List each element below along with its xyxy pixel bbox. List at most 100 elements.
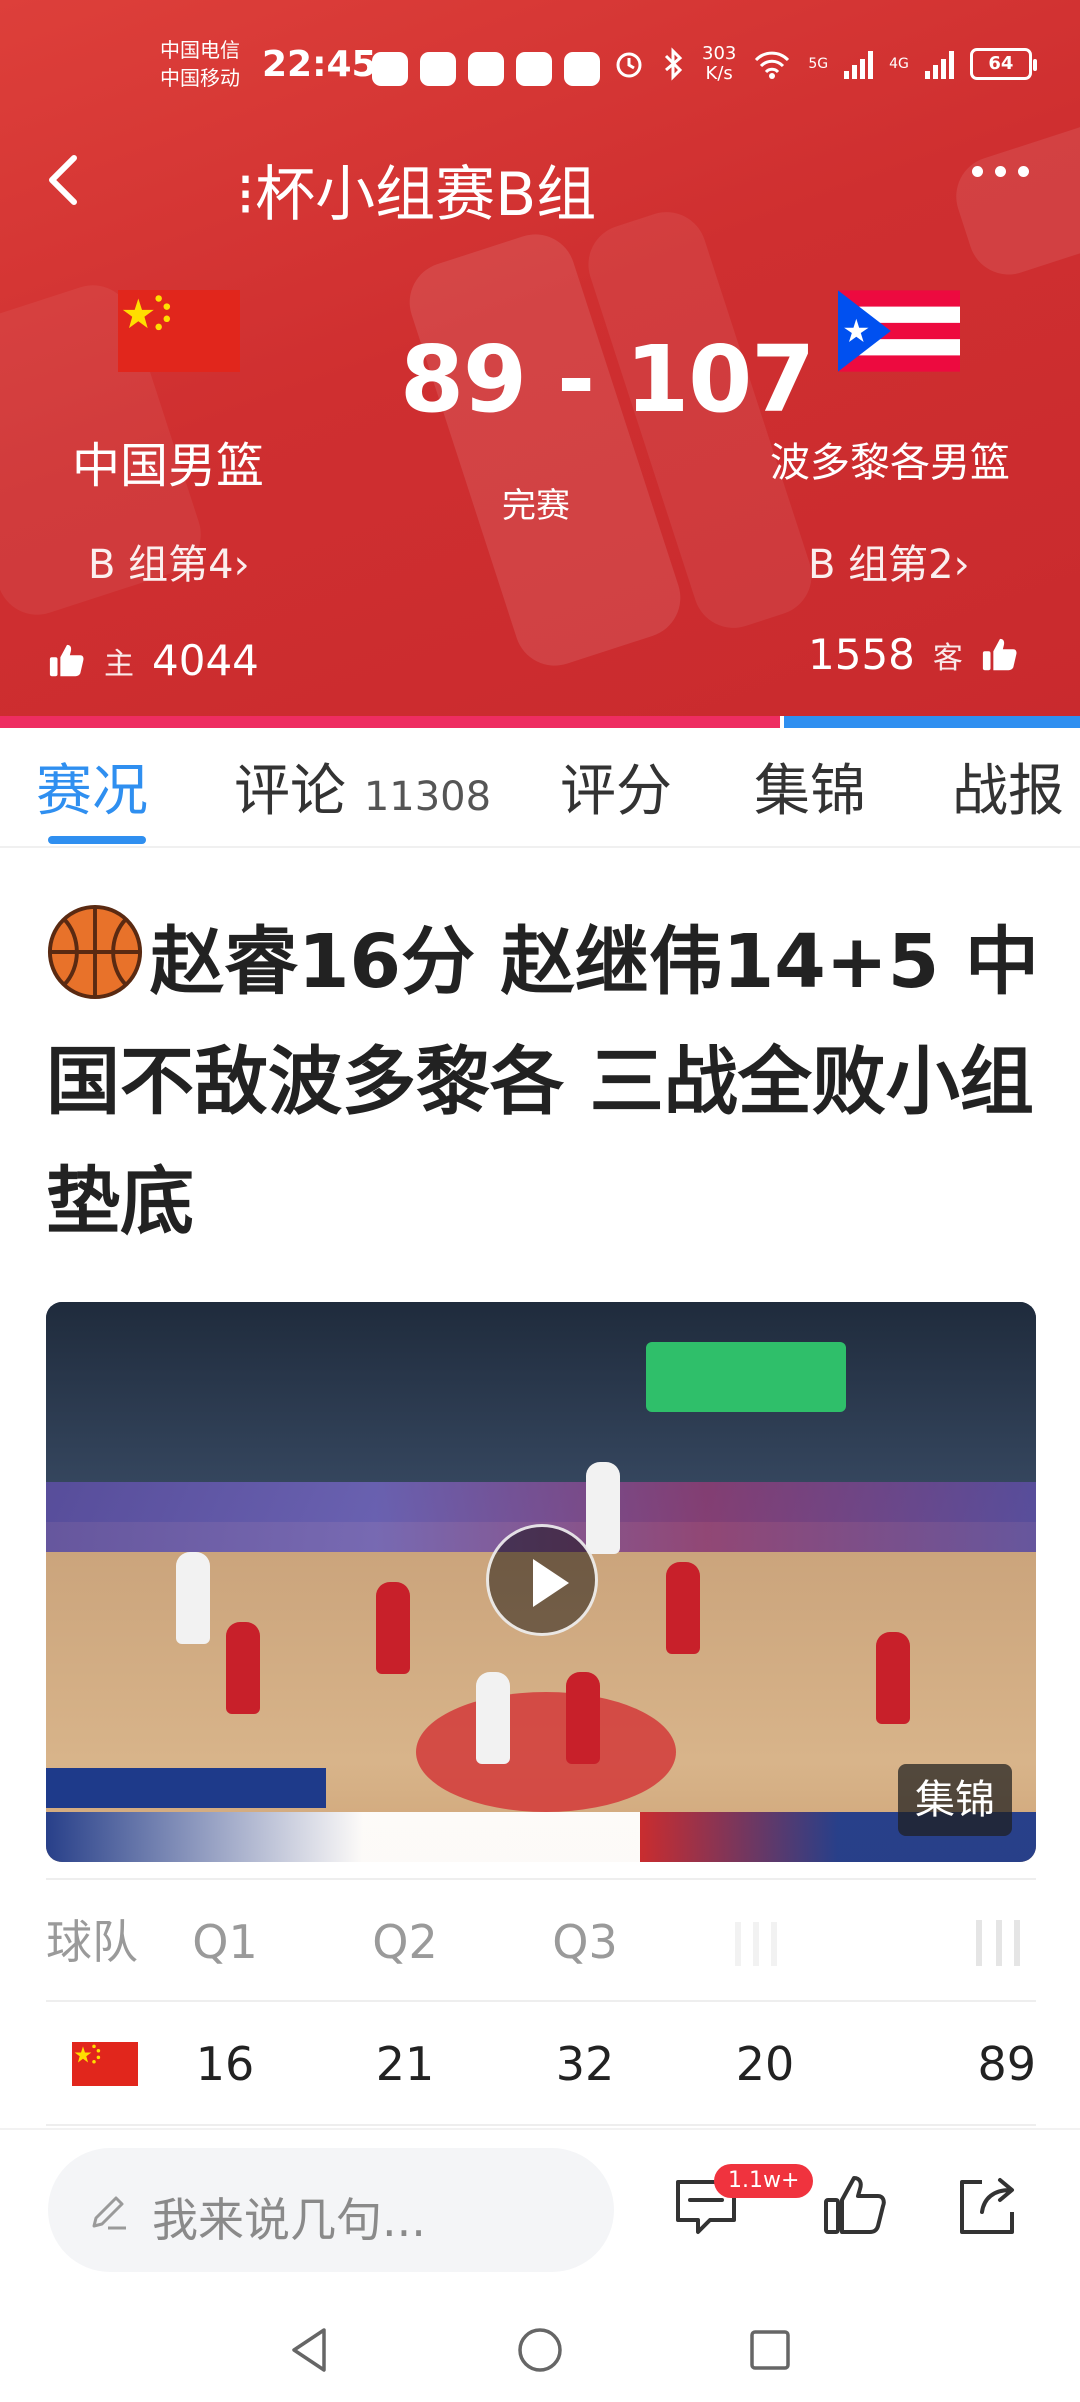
video-player bbox=[376, 1582, 410, 1674]
tab-report[interactable]: 战报 bbox=[952, 746, 1064, 827]
video-player bbox=[176, 1552, 210, 1644]
faded-header-mark bbox=[735, 1922, 777, 1966]
basketball-icon bbox=[47, 904, 143, 1000]
tab-label: 战报 bbox=[952, 759, 1064, 824]
alarm-icon bbox=[616, 52, 642, 78]
cell-q3: 32 bbox=[555, 2037, 615, 2091]
thumb-up-icon bbox=[982, 638, 1017, 670]
system-home-icon[interactable] bbox=[512, 2322, 568, 2378]
video-player bbox=[666, 1562, 700, 1654]
video-player bbox=[586, 1462, 620, 1554]
cloud-app-icon bbox=[468, 52, 504, 86]
carrier-labels: 中国电信 中国移动 bbox=[160, 36, 240, 92]
home-likes-count: 4044 bbox=[152, 636, 259, 685]
system-recents-icon[interactable] bbox=[742, 2322, 798, 2378]
tab-label: 评分 bbox=[560, 759, 672, 824]
wifi-icon bbox=[755, 51, 790, 79]
header-q4-faded bbox=[690, 1880, 840, 2004]
match-status: 完赛 bbox=[502, 486, 570, 526]
puerto-rico-flag-shape bbox=[838, 290, 960, 372]
header-team: 球队 bbox=[46, 1915, 138, 1969]
system-indicators: 303 K/s 5G 4G 64 bbox=[612, 44, 1037, 84]
chevron-left-icon[interactable] bbox=[36, 150, 96, 210]
video-player bbox=[476, 1672, 510, 1764]
away-team-rank[interactable]: B 组第2› bbox=[808, 532, 970, 590]
china-flag-icon[interactable] bbox=[118, 290, 240, 372]
cell-total: 89 bbox=[977, 2037, 1036, 2091]
support-ratio-bar bbox=[0, 716, 1080, 728]
status-bar: 中国电信 中国移动 22:45 303 K/s 5G 4G 64 bbox=[0, 0, 1080, 140]
tab-live[interactable]: 赛况 bbox=[36, 746, 148, 827]
article-headline[interactable]: 赵睿16分 赵继伟14+5 中国不敌波多黎各 三战全败小组垫底 bbox=[46, 902, 1046, 1262]
away-side-label: 客 bbox=[932, 640, 963, 676]
tab-bar: 赛况 评论 11308 评分 集锦 战报 bbox=[0, 728, 1080, 848]
home-team-rank[interactable]: B 组第4› bbox=[88, 532, 250, 590]
tab-ratings[interactable]: 评分 bbox=[560, 746, 672, 827]
net-speed: 303 K/s bbox=[702, 44, 736, 84]
cell-q1: 16 bbox=[195, 2037, 255, 2091]
header-q2: Q2 bbox=[372, 1915, 438, 1969]
highlight-video[interactable]: 集锦 bbox=[46, 1302, 1036, 1862]
match-score: 89 - 107 bbox=[400, 326, 815, 433]
pencil-icon bbox=[92, 2196, 126, 2230]
comment-count: 11308 bbox=[363, 774, 492, 820]
thumb-up-icon bbox=[49, 644, 84, 676]
video-caption-strip bbox=[46, 1768, 326, 1808]
nav-bar: ⁝杯小组赛B组 bbox=[0, 140, 1080, 230]
home-support-bar bbox=[0, 716, 780, 728]
headline-text: 赵睿16分 赵继伟14+5 中国不敌波多黎各 三战全败小组垫底 bbox=[46, 919, 1039, 1245]
home-team-name[interactable]: 中国男篮 bbox=[72, 426, 264, 496]
bluetooth-icon bbox=[664, 47, 683, 81]
china-flag-icon bbox=[72, 2042, 138, 2086]
away-team-name[interactable]: 波多黎各男篮 bbox=[770, 430, 1010, 488]
cell-q4: 20 bbox=[735, 2037, 795, 2091]
puerto-rico-flag-icon[interactable] bbox=[838, 290, 960, 372]
comment-input[interactable]: 我来说几句... bbox=[48, 2148, 614, 2272]
table-row[interactable]: 16 21 32 20 89 bbox=[46, 2002, 1036, 2126]
china-flag-stars bbox=[74, 2044, 101, 2064]
active-tab-indicator bbox=[48, 836, 146, 844]
play-icon[interactable] bbox=[486, 1524, 598, 1636]
net-speed-value: 303 bbox=[702, 43, 737, 64]
video-scorebug bbox=[46, 1812, 1036, 1862]
header-q1: Q1 bbox=[192, 1915, 258, 1969]
away-support[interactable]: 1558 客 bbox=[808, 630, 1019, 679]
header-total-faded bbox=[886, 1880, 1036, 2004]
tab-highlights[interactable]: 集锦 bbox=[754, 746, 866, 827]
home-support[interactable]: 主 4044 bbox=[48, 636, 259, 685]
china-flag-stars bbox=[122, 295, 171, 331]
carrier-1: 中国电信 bbox=[160, 38, 240, 62]
video-player bbox=[226, 1622, 260, 1714]
away-support-bar bbox=[784, 716, 1080, 728]
page-title: ⁝杯小组赛B组 bbox=[236, 160, 597, 230]
tab-comments[interactable]: 评论 11308 bbox=[234, 746, 491, 827]
more-dots-icon[interactable] bbox=[972, 166, 1042, 186]
net-speed-unit: K/s bbox=[705, 63, 733, 84]
away-likes-count: 1558 bbox=[808, 630, 915, 679]
video-arena-screen bbox=[646, 1342, 846, 1412]
quarter-score-table: 球队 Q1 Q2 Q3 16 21 32 20 89 bbox=[46, 1878, 1036, 2126]
bottom-action-bar: 我来说几句... bbox=[0, 2128, 1080, 2400]
comment-count-badge: 1.1w+ bbox=[714, 2164, 814, 2198]
battery-icon: 64 bbox=[969, 48, 1037, 80]
faded-header-mark bbox=[976, 1920, 1020, 1966]
thumb-up-icon[interactable] bbox=[820, 2170, 892, 2242]
bulb-app-icon bbox=[516, 52, 552, 86]
header-q3: Q3 bbox=[552, 1915, 618, 1969]
signal-bars-2-icon bbox=[924, 49, 954, 79]
system-back-icon[interactable] bbox=[282, 2322, 338, 2378]
system-nav-bar bbox=[0, 2292, 1080, 2402]
match-header: 中国电信 中国移动 22:45 303 K/s 5G 4G 64 ⁝杯小组赛B组… bbox=[0, 0, 1080, 728]
video-player bbox=[566, 1672, 600, 1764]
color-app-icon bbox=[564, 52, 600, 86]
video-highlight-tag: 集锦 bbox=[898, 1764, 1012, 1836]
tab-label: 评论 bbox=[234, 759, 346, 824]
comment-placeholder: 我来说几句... bbox=[152, 2193, 426, 2247]
cell-q2: 21 bbox=[375, 2037, 435, 2091]
globe-app-icon bbox=[420, 52, 456, 86]
signal-bars-1-icon bbox=[844, 49, 874, 79]
clock: 22:45 bbox=[262, 44, 377, 85]
shield-app-icon bbox=[372, 52, 408, 86]
share-icon[interactable] bbox=[952, 2170, 1024, 2242]
table-header-row: 球队 Q1 Q2 Q3 bbox=[46, 1878, 1036, 2002]
